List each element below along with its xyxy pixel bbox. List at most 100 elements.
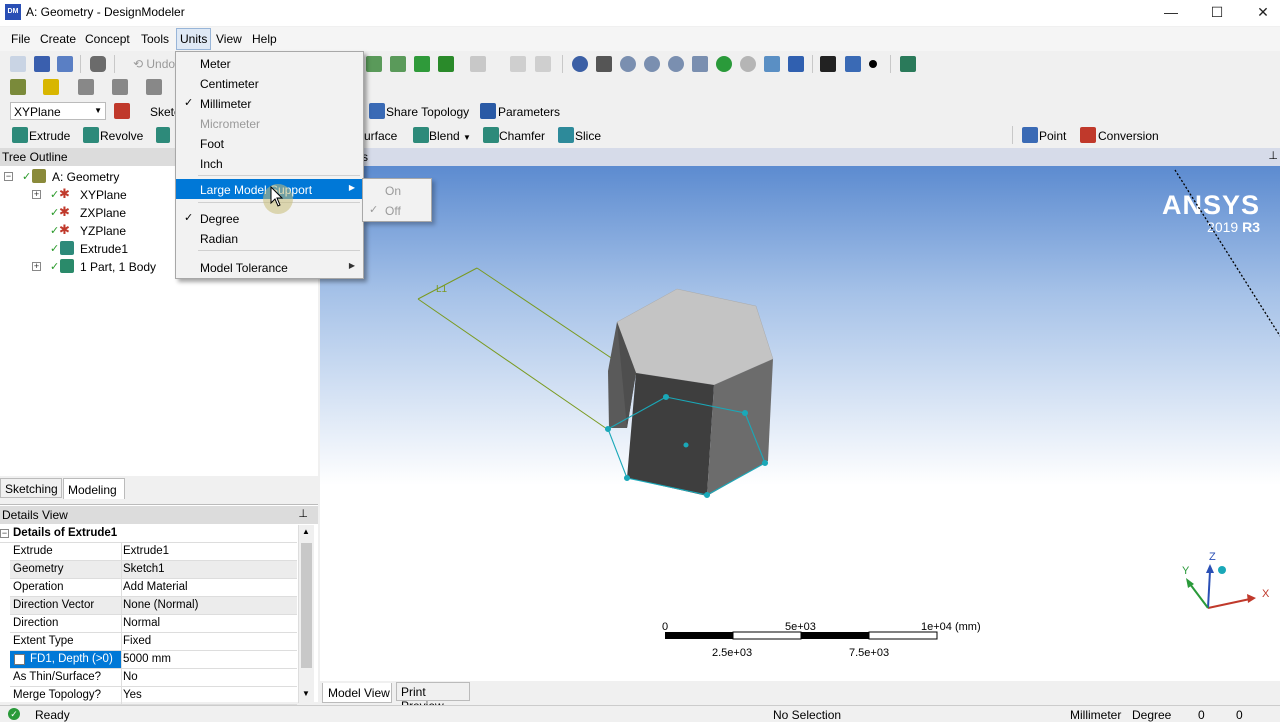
whats-this-icon[interactable]: [900, 56, 916, 72]
line-tool-icon[interactable]: [78, 79, 94, 95]
zoom-fit-icon[interactable]: [716, 56, 732, 72]
zoom-out-icon[interactable]: [668, 56, 684, 72]
rotate-icon[interactable]: [572, 56, 588, 72]
new-plane-icon[interactable]: [114, 103, 130, 119]
menu-tools[interactable]: Tools: [141, 32, 169, 46]
select-body-icon[interactable]: [414, 56, 430, 72]
select-edge-icon[interactable]: [390, 56, 406, 72]
units-dropdown-menu: Meter Centimeter ✓ Millimeter Micrometer…: [175, 51, 364, 279]
blend-button[interactable]: Blend ▼: [429, 129, 471, 143]
pan-icon[interactable]: [596, 56, 612, 72]
menu-file[interactable]: File: [11, 32, 30, 46]
tab-print-preview[interactable]: Print Preview: [396, 682, 470, 713]
minimize-button[interactable]: —: [1148, 0, 1194, 26]
undo-button[interactable]: ⟲ Undo: [133, 57, 175, 71]
spline-tool-icon[interactable]: [146, 79, 162, 95]
menu-item-meter[interactable]: Meter: [176, 53, 363, 73]
menu-item-millimeter[interactable]: ✓ Millimeter: [176, 93, 363, 113]
zoom-box-icon[interactable]: [692, 56, 708, 72]
dimension-label: L1: [436, 284, 448, 295]
close-button[interactable]: ✕: [1240, 0, 1280, 26]
sweep-icon[interactable]: [156, 127, 170, 143]
tab-modeling[interactable]: Modeling: [63, 478, 125, 499]
plane-dropdown[interactable]: XYPlane ▼: [10, 102, 106, 120]
expand-icon[interactable]: +: [32, 262, 41, 271]
menu-item-model-tolerance[interactable]: Model Tolerance ▶: [176, 257, 363, 277]
menu-item-foot[interactable]: Foot: [176, 133, 363, 153]
share-topology-button[interactable]: Share Topology: [386, 105, 469, 119]
menu-help[interactable]: Help: [252, 32, 277, 46]
tab-sketching[interactable]: Sketching: [0, 478, 62, 498]
plane-icon[interactable]: [10, 79, 26, 95]
graphics-viewport[interactable]: ANSYS 2019 R3 L1 0 5e+03 1e+04 (mm) 2.5e…: [320, 166, 1280, 681]
menu-item-centimeter[interactable]: Centimeter: [176, 73, 363, 93]
zoom-icon[interactable]: [620, 56, 636, 72]
viewport-header: s ⊥: [320, 148, 1280, 166]
chamfer-icon: [483, 127, 499, 143]
conversion-button[interactable]: Conversion: [1098, 129, 1159, 143]
chamfer-button[interactable]: Chamfer: [499, 129, 545, 143]
menu-view[interactable]: View: [216, 32, 242, 46]
plane-outline: [1174, 169, 1280, 337]
detail-row-merge-topology[interactable]: Merge Topology? Yes: [10, 687, 297, 705]
details-section[interactable]: − Details of Extrude1: [0, 525, 297, 543]
collapse-icon[interactable]: −: [4, 172, 13, 181]
conversion-icon: [1080, 127, 1096, 143]
axis-triad-icon: [1186, 564, 1256, 609]
slice-button[interactable]: Slice: [575, 129, 601, 143]
share-topology-icon: [369, 103, 385, 119]
detail-row-extrude[interactable]: Extrude Extrude1: [10, 543, 297, 561]
detail-row-geometry[interactable]: Geometry Sketch1: [10, 561, 297, 579]
point-display-icon[interactable]: [869, 60, 877, 68]
collapse-icon[interactable]: −: [0, 529, 9, 538]
pin-icon[interactable]: ⊥: [298, 507, 308, 520]
detail-row-direction-vector[interactable]: Direction Vector None (Normal): [10, 597, 297, 615]
camera-icon[interactable]: [90, 56, 106, 72]
menu-concept[interactable]: Concept: [85, 32, 130, 46]
extrude-button[interactable]: Extrude: [29, 129, 70, 143]
next-view-icon[interactable]: [788, 56, 804, 72]
display-icon[interactable]: [43, 79, 59, 95]
point-button[interactable]: Point: [1039, 129, 1066, 143]
isometric-icon[interactable]: [845, 56, 861, 72]
scroll-up-icon[interactable]: ▲: [302, 527, 310, 536]
zoom-in-icon[interactable]: [644, 56, 660, 72]
slice-icon: [558, 127, 574, 143]
triad-icon[interactable]: [820, 56, 836, 72]
save-as-icon[interactable]: [57, 56, 73, 72]
menu-item-radian[interactable]: Radian: [176, 228, 363, 248]
scale-label-5e3: 5e+03: [785, 621, 816, 633]
detail-row-operation[interactable]: Operation Add Material: [10, 579, 297, 597]
previous-view-icon[interactable]: [764, 56, 780, 72]
blend-icon: [413, 127, 429, 143]
axis-y-label: Y: [1182, 565, 1190, 577]
revolve-button[interactable]: Revolve: [100, 129, 143, 143]
select-face-icon[interactable]: [366, 56, 382, 72]
details-scrollbar[interactable]: ▲ ▼: [298, 525, 314, 703]
detail-row-extent-type[interactable]: Extent Type Fixed: [10, 633, 297, 651]
extend-icon[interactable]: [510, 56, 526, 72]
selection-filter-icon[interactable]: [470, 56, 486, 72]
pin-icon[interactable]: ⊥: [1268, 149, 1278, 162]
parameters-button[interactable]: Parameters: [498, 105, 560, 119]
parameter-checkbox[interactable]: [14, 654, 25, 665]
select-part-icon[interactable]: [438, 56, 454, 72]
model-canvas: L1 0 5e+03 1e+04 (mm) 2.5e+03 7.5e+03 X …: [417, 169, 1280, 659]
tab-model-view[interactable]: Model View: [322, 683, 392, 703]
magnifier-icon[interactable]: [740, 56, 756, 72]
menu-item-inch[interactable]: Inch: [176, 153, 363, 173]
new-icon[interactable]: [10, 56, 26, 72]
save-icon[interactable]: [34, 56, 50, 72]
expand-icon[interactable]: +: [32, 190, 41, 199]
menu-units[interactable]: Units: [176, 28, 212, 50]
detail-row-direction[interactable]: Direction Normal: [10, 615, 297, 633]
surface-button[interactable]: urface: [364, 129, 397, 143]
maximize-button[interactable]: ☐: [1194, 0, 1240, 26]
scroll-down-icon[interactable]: ▼: [302, 689, 310, 698]
menu-create[interactable]: Create: [40, 32, 76, 46]
detail-row-depth[interactable]: FD1, Depth (>0) 5000 mm: [10, 651, 297, 669]
polyline-tool-icon[interactable]: [112, 79, 128, 95]
detail-row-thin-surface[interactable]: As Thin/Surface? No: [10, 669, 297, 687]
scrollbar-thumb[interactable]: [301, 543, 312, 668]
expand-icon[interactable]: [535, 56, 551, 72]
